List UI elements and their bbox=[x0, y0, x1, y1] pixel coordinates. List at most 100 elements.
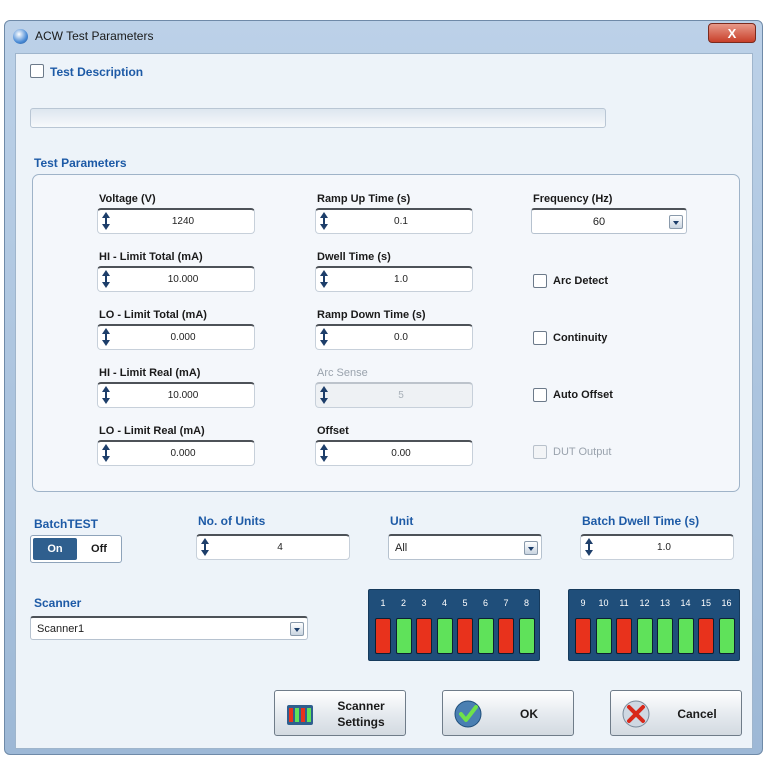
frequency-dropdown[interactable]: 60 bbox=[531, 208, 687, 234]
channel-number: 16 bbox=[721, 598, 732, 608]
channel-led-12 bbox=[636, 618, 653, 654]
hi-limit-real-value: 10.000 bbox=[167, 390, 199, 401]
channel-led-4 bbox=[436, 618, 453, 654]
app-icon bbox=[13, 29, 28, 44]
hi-limit-real-label: HI - Limit Real (mA) bbox=[99, 367, 201, 379]
window-title: ACW Test Parameters bbox=[35, 29, 154, 43]
channel-led-2 bbox=[395, 618, 412, 654]
spinner-arrows-icon[interactable] bbox=[101, 269, 111, 289]
spinner-arrows-icon[interactable] bbox=[319, 211, 329, 231]
channel-number: 3 bbox=[421, 598, 427, 608]
ok-button[interactable]: OK bbox=[442, 690, 574, 736]
test-parameters-group: Voltage (V) 1240 HI - Limit Total (mA) 1… bbox=[32, 174, 740, 492]
dialog-window: ACW Test Parameters X Test Description T… bbox=[4, 20, 763, 755]
ok-label: OK bbox=[520, 707, 538, 721]
scanner-settings-label-1: Scanner bbox=[337, 699, 385, 713]
arc-detect-checkbox[interactable] bbox=[533, 274, 547, 288]
cancel-icon bbox=[621, 699, 651, 729]
voltage-value: 1240 bbox=[171, 216, 195, 227]
channel-number: 9 bbox=[580, 598, 586, 608]
spinner-arrows-icon[interactable] bbox=[101, 385, 111, 405]
hi-limit-real-spinner[interactable]: 10.000 bbox=[97, 382, 255, 408]
channel-number: 8 bbox=[523, 598, 529, 608]
title-bar[interactable]: ACW Test Parameters X bbox=[5, 21, 762, 51]
ramp-up-time-spinner[interactable]: 0.1 bbox=[315, 208, 473, 234]
arc-sense-label: Arc Sense bbox=[317, 367, 368, 379]
channel-number: 6 bbox=[482, 598, 488, 608]
ramp-up-time-label: Ramp Up Time (s) bbox=[317, 193, 411, 205]
channel-number: 4 bbox=[441, 598, 447, 608]
scanner-settings-icon bbox=[285, 699, 315, 729]
spinner-arrows-icon[interactable] bbox=[101, 327, 111, 347]
batchtest-on-button[interactable]: On bbox=[33, 538, 77, 560]
chevron-down-icon[interactable] bbox=[524, 541, 538, 555]
scanner-settings-label-2: Settings bbox=[337, 715, 385, 729]
hi-limit-total-spinner[interactable]: 10.000 bbox=[97, 266, 255, 292]
batch-dwell-time-value: 1.0 bbox=[657, 542, 671, 553]
ramp-down-time-label: Ramp Down Time (s) bbox=[317, 309, 426, 321]
continuity-checkbox[interactable] bbox=[533, 331, 547, 345]
arc-sense-value: 5 bbox=[398, 390, 404, 401]
channel-led-15 bbox=[698, 618, 714, 654]
channel-led-1 bbox=[375, 618, 391, 654]
channel-number: 1 bbox=[380, 598, 386, 608]
channel-number: 11 bbox=[619, 598, 629, 608]
batchtest-off-button[interactable]: Off bbox=[79, 538, 119, 560]
ramp-up-time-value: 0.1 bbox=[394, 216, 408, 227]
checkmark-icon bbox=[453, 699, 483, 729]
hi-limit-total-label: HI - Limit Total (mA) bbox=[99, 251, 203, 263]
scanner-value: Scanner1 bbox=[37, 623, 85, 635]
test-parameters-heading: Test Parameters bbox=[34, 156, 127, 170]
test-description-checkbox[interactable] bbox=[30, 64, 44, 78]
ramp-down-time-spinner[interactable]: 0.0 bbox=[315, 324, 473, 350]
spinner-arrows-icon[interactable] bbox=[584, 537, 594, 557]
unit-dropdown[interactable]: All bbox=[388, 534, 542, 560]
offset-spinner[interactable]: 0.00 bbox=[315, 440, 473, 466]
dwell-time-spinner[interactable]: 1.0 bbox=[315, 266, 473, 292]
channel-number: 15 bbox=[700, 598, 711, 608]
scanner-label: Scanner bbox=[34, 596, 82, 610]
lo-limit-real-spinner[interactable]: 0.000 bbox=[97, 440, 255, 466]
cancel-button[interactable]: Cancel bbox=[610, 690, 742, 736]
spinner-arrows-icon[interactable] bbox=[101, 211, 111, 231]
batchtest-toggle[interactable]: On Off bbox=[30, 535, 122, 563]
no-of-units-spinner[interactable]: 4 bbox=[196, 534, 350, 560]
test-description-label: Test Description bbox=[50, 65, 144, 79]
batch-dwell-time-spinner[interactable]: 1.0 bbox=[580, 534, 734, 560]
auto-offset-checkbox[interactable] bbox=[533, 388, 547, 402]
arc-detect-label: Arc Detect bbox=[553, 275, 609, 287]
channel-number: 2 bbox=[400, 598, 406, 608]
channel-led-11 bbox=[616, 618, 632, 654]
lo-limit-total-label: LO - Limit Total (mA) bbox=[99, 309, 207, 321]
continuity-label: Continuity bbox=[553, 332, 608, 344]
scanner-dropdown[interactable]: Scanner1 bbox=[30, 616, 308, 640]
spinner-arrows-icon bbox=[319, 385, 329, 405]
scanner-settings-button[interactable]: Scanner Settings bbox=[274, 690, 406, 736]
dut-output-checkbox bbox=[533, 445, 547, 459]
voltage-spinner[interactable]: 1240 bbox=[97, 208, 255, 234]
frequency-label: Frequency (Hz) bbox=[533, 193, 613, 205]
test-description-field[interactable] bbox=[30, 108, 606, 128]
lo-limit-real-label: LO - Limit Real (mA) bbox=[99, 425, 205, 437]
chevron-down-icon[interactable] bbox=[669, 215, 683, 229]
spinner-arrows-icon[interactable] bbox=[319, 269, 329, 289]
channel-led-6 bbox=[477, 618, 494, 654]
spinner-arrows-icon[interactable] bbox=[319, 327, 329, 347]
spinner-arrows-icon[interactable] bbox=[319, 443, 329, 463]
channel-led-10 bbox=[595, 618, 612, 654]
spinner-arrows-icon[interactable] bbox=[200, 537, 210, 557]
auto-offset-label: Auto Offset bbox=[553, 389, 613, 401]
dut-output-label: DUT Output bbox=[553, 446, 612, 458]
unit-label: Unit bbox=[390, 514, 414, 528]
channel-led-9 bbox=[575, 618, 591, 654]
spinner-arrows-icon[interactable] bbox=[101, 443, 111, 463]
lo-limit-total-spinner[interactable]: 0.000 bbox=[97, 324, 255, 350]
no-of-units-value: 4 bbox=[277, 542, 283, 553]
close-button[interactable]: X bbox=[708, 23, 756, 43]
dwell-time-label: Dwell Time (s) bbox=[317, 251, 391, 263]
chevron-down-icon[interactable] bbox=[290, 622, 304, 636]
offset-value: 0.00 bbox=[391, 448, 411, 459]
channel-led-13 bbox=[657, 618, 673, 654]
cancel-label: Cancel bbox=[677, 707, 717, 721]
channel-number: 10 bbox=[598, 598, 609, 608]
